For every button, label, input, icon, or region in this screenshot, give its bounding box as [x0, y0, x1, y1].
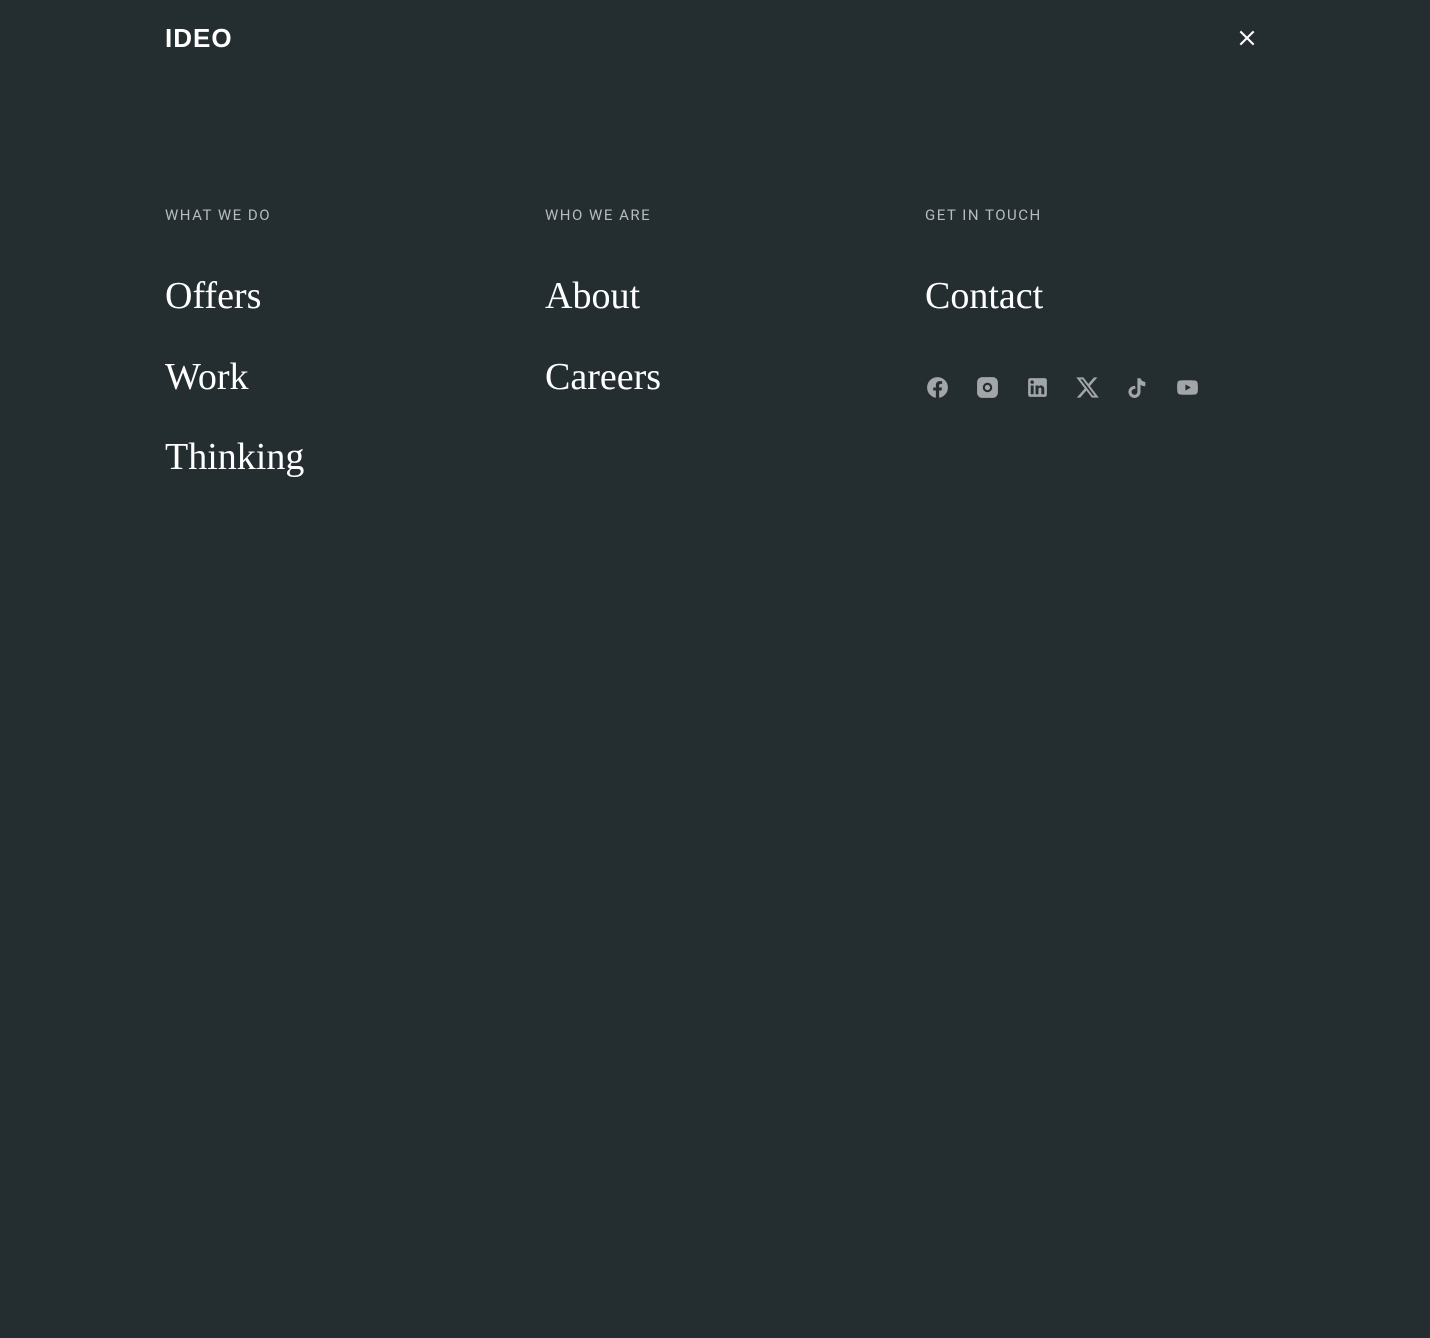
menu-column-get-in-touch: GET IN TOUCH Contact [925, 206, 1265, 516]
x-icon [1075, 375, 1100, 400]
social-link-youtube[interactable] [1175, 375, 1200, 400]
tiktok-icon [1125, 375, 1150, 400]
social-link-facebook[interactable] [925, 375, 950, 400]
logo[interactable]: IDEO [165, 23, 233, 54]
column-heading: WHAT WE DO [165, 206, 505, 224]
menu-column-what-we-do: WHAT WE DO Offers Work Thinking [165, 206, 505, 516]
nav-link-offers[interactable]: Offers [165, 274, 505, 320]
nav-link-careers[interactable]: Careers [545, 355, 885, 401]
nav-link-work[interactable]: Work [165, 355, 505, 401]
social-row [925, 375, 1265, 400]
menu-column-who-we-are: WHO WE ARE About Careers [545, 206, 885, 516]
social-link-linkedin[interactable] [1025, 375, 1050, 400]
close-button[interactable] [1229, 20, 1265, 56]
menu-grid: WHAT WE DO Offers Work Thinking WHO WE A… [165, 206, 1265, 516]
facebook-icon [925, 375, 950, 400]
column-heading: WHO WE ARE [545, 206, 885, 224]
nav-link-contact[interactable]: Contact [925, 274, 1265, 320]
linkedin-icon [1025, 375, 1050, 400]
nav-link-about[interactable]: About [545, 274, 885, 320]
social-link-x[interactable] [1075, 375, 1100, 400]
social-link-instagram[interactable] [975, 375, 1000, 400]
nav-link-thinking[interactable]: Thinking [165, 435, 505, 481]
youtube-icon [1175, 375, 1200, 400]
close-icon [1237, 28, 1257, 48]
column-heading: GET IN TOUCH [925, 206, 1265, 224]
social-link-tiktok[interactable] [1125, 375, 1150, 400]
instagram-icon [975, 375, 1000, 400]
